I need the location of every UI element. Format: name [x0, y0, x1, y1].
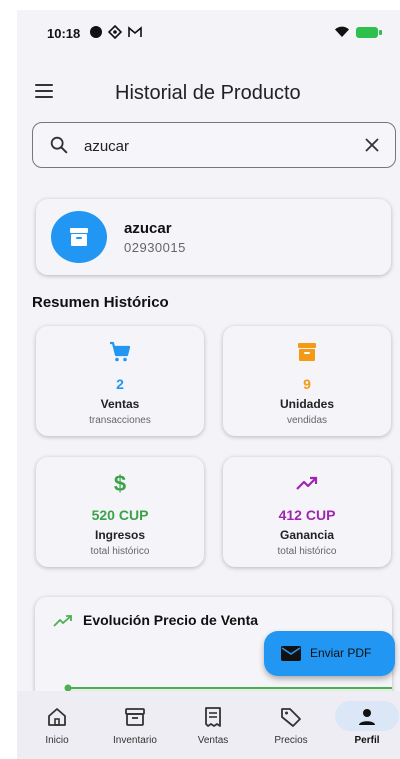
send-pdf-label: Enviar PDF	[310, 646, 372, 660]
stat-label: Ventas	[100, 397, 140, 411]
tag-icon	[281, 708, 301, 727]
product-card[interactable]: azucar 02930015	[36, 199, 391, 275]
search-icon	[50, 136, 68, 154]
product-name: azucar	[124, 220, 172, 237]
status-notification-icons	[90, 25, 142, 39]
trending-up-icon	[53, 615, 72, 627]
app-screen: 10:18 Historial de Producto azucar 02930…	[17, 10, 400, 759]
stat-card-unidades: 9 Unidades vendidas	[223, 326, 391, 436]
nav-item-precios[interactable]: Precios	[253, 691, 329, 759]
cart-icon	[110, 341, 131, 362]
notification-dot-icon	[90, 26, 102, 38]
nav-item-inicio[interactable]: Inicio	[19, 691, 95, 759]
inventory-icon	[125, 708, 145, 726]
home-icon	[48, 708, 66, 726]
search-input[interactable]	[82, 133, 356, 159]
nav-item-ventas[interactable]: Ventas	[175, 691, 251, 759]
person-icon	[359, 709, 375, 725]
stat-sublabel: total histórico	[90, 546, 150, 557]
archive-icon	[298, 343, 316, 361]
nav-item-perfil[interactable]: Perfil	[329, 691, 400, 759]
nav-item-inventario[interactable]: Inventario	[97, 691, 173, 759]
bottom-navigation: Inicio Inventario Ventas Precios Perfil	[17, 691, 400, 759]
svg-text:$: $	[114, 471, 126, 495]
stat-card-ventas: 2 Ventas transacciones	[36, 326, 204, 436]
product-code: 02930015	[124, 240, 186, 255]
nav-label: Ventas	[197, 735, 229, 746]
send-pdf-button[interactable]: Enviar PDF	[264, 631, 395, 676]
stat-value: 9	[303, 376, 311, 392]
battery-icon	[356, 26, 382, 38]
status-time: 10:18	[47, 26, 81, 41]
product-avatar	[51, 211, 107, 263]
stat-value: 412 CUP	[278, 507, 336, 523]
page-title: Historial de Producto	[115, 82, 301, 104]
app-bar: Historial de Producto	[17, 62, 400, 118]
summary-title: Resumen Histórico	[32, 294, 169, 311]
dollar-icon: $	[114, 471, 126, 495]
nav-label: Precios	[274, 735, 308, 746]
stat-value: 2	[116, 376, 124, 392]
menu-icon[interactable]	[35, 84, 53, 102]
receipt-icon	[205, 707, 221, 727]
trending-up-icon	[296, 476, 318, 490]
stat-sublabel: total histórico	[277, 546, 337, 557]
search-bar	[32, 122, 396, 168]
clear-search-icon[interactable]	[361, 134, 383, 156]
stat-sublabel: transacciones	[89, 415, 151, 426]
stat-label: Ingresos	[94, 528, 145, 542]
stat-card-ingresos: $ 520 CUP Ingresos total histórico	[36, 457, 204, 567]
nav-label: Perfil	[354, 735, 380, 746]
stat-value: 520 CUP	[91, 507, 149, 523]
stat-sublabel: vendidas	[286, 415, 328, 426]
status-system-icons	[334, 26, 382, 38]
archive-icon	[70, 228, 88, 246]
nav-label: Inicio	[45, 735, 69, 746]
nav-label: Inventario	[113, 735, 157, 746]
location-diamond-icon	[108, 25, 122, 39]
stat-label: Unidades	[279, 397, 334, 411]
mail-icon	[281, 646, 301, 661]
status-bar: 10:18	[17, 10, 400, 50]
stat-label: Ganancia	[279, 528, 335, 542]
stat-card-ganancia: 412 CUP Ganancia total histórico	[223, 457, 391, 567]
wifi-icon	[335, 26, 349, 37]
gmail-icon	[128, 26, 142, 37]
chart-title: Evolución Precio de Venta	[83, 612, 259, 628]
